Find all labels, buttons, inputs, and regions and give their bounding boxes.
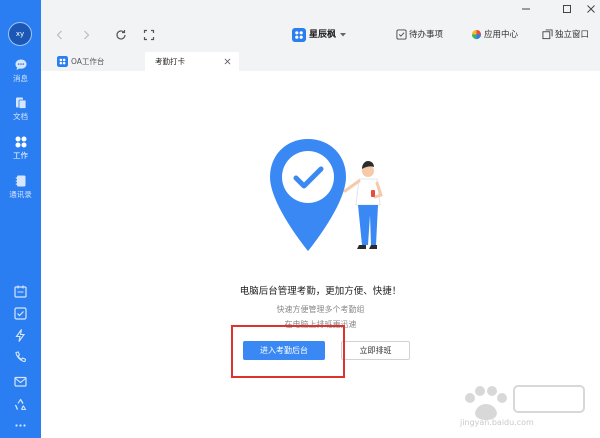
baidu-watermark-logo — [465, 385, 585, 420]
standalone-window-icon[interactable] — [542, 29, 553, 40]
sidebar-item-label: 消息 — [13, 74, 28, 83]
workspace-icon — [292, 28, 306, 42]
mail-icon[interactable] — [13, 374, 28, 389]
sidebar-item-label: 通讯录 — [9, 190, 32, 199]
standalone-window-button[interactable]: 独立窗口 — [555, 29, 589, 41]
apps-icon — [15, 136, 26, 148]
chevron-down-icon[interactable] — [339, 32, 347, 38]
highlight-annotation — [231, 325, 345, 378]
tab-bar: OA工作台 考勤打卡 — [41, 52, 600, 71]
more-icon[interactable] — [13, 418, 28, 433]
todo-button[interactable]: 待办事项 — [409, 29, 443, 41]
maximize-icon[interactable] — [562, 4, 572, 14]
sidebar: xy 消息 文档 工作 通讯录 — [0, 0, 41, 438]
lightning-icon[interactable] — [13, 328, 28, 343]
sidebar-item-work[interactable]: 工作 — [0, 135, 41, 171]
tab-attendance[interactable]: 考勤打卡 — [145, 52, 239, 71]
chat-icon — [15, 59, 26, 70]
back-icon[interactable] — [53, 28, 67, 42]
tab-close-icon[interactable] — [224, 58, 231, 65]
minimize-icon[interactable] — [521, 4, 531, 14]
sidebar-item-label: 工作 — [13, 151, 28, 160]
close-icon[interactable] — [586, 4, 596, 14]
headline-text: 电脑后台管理考勤，更加方便、快捷！ — [239, 286, 402, 297]
schedule-now-button[interactable]: 立即排班 — [341, 341, 410, 360]
top-bar: 星辰枫 待办事项 应用中心 独立窗口 — [41, 0, 600, 52]
tab-label: OA工作台 — [71, 57, 105, 66]
sidebar-item-docs[interactable]: 文档 — [0, 96, 41, 132]
app-center-button[interactable]: 应用中心 — [484, 29, 518, 41]
todo-icon[interactable] — [396, 29, 407, 40]
recycle-icon[interactable] — [13, 397, 28, 412]
workspace-title[interactable]: 星辰枫 — [309, 28, 336, 42]
sidebar-item-messages[interactable]: 消息 — [0, 58, 41, 94]
tab-label: 考勤打卡 — [155, 57, 185, 66]
avatar[interactable]: xy — [8, 22, 32, 46]
location-check-illustration — [270, 139, 383, 251]
sidebar-item-label: 文档 — [13, 112, 28, 121]
tab-oa-workbench[interactable]: OA工作台 — [54, 52, 144, 71]
watermark-text: jingyan.baidu.com — [460, 418, 534, 427]
sidebar-item-contacts[interactable]: 通讯录 — [0, 174, 41, 210]
workbench-icon — [57, 56, 68, 67]
refresh-icon[interactable] — [114, 28, 128, 42]
document-icon — [15, 97, 26, 109]
task-check-icon[interactable] — [13, 306, 28, 321]
fullscreen-icon[interactable] — [142, 28, 156, 42]
contacts-icon — [15, 175, 25, 187]
forward-icon[interactable] — [79, 28, 93, 42]
subtitle-text: 快速方便管理多个考勤组 — [276, 305, 365, 314]
phone-icon[interactable] — [13, 350, 28, 365]
app-center-icon[interactable] — [471, 29, 482, 40]
calendar-icon[interactable] — [13, 284, 28, 299]
